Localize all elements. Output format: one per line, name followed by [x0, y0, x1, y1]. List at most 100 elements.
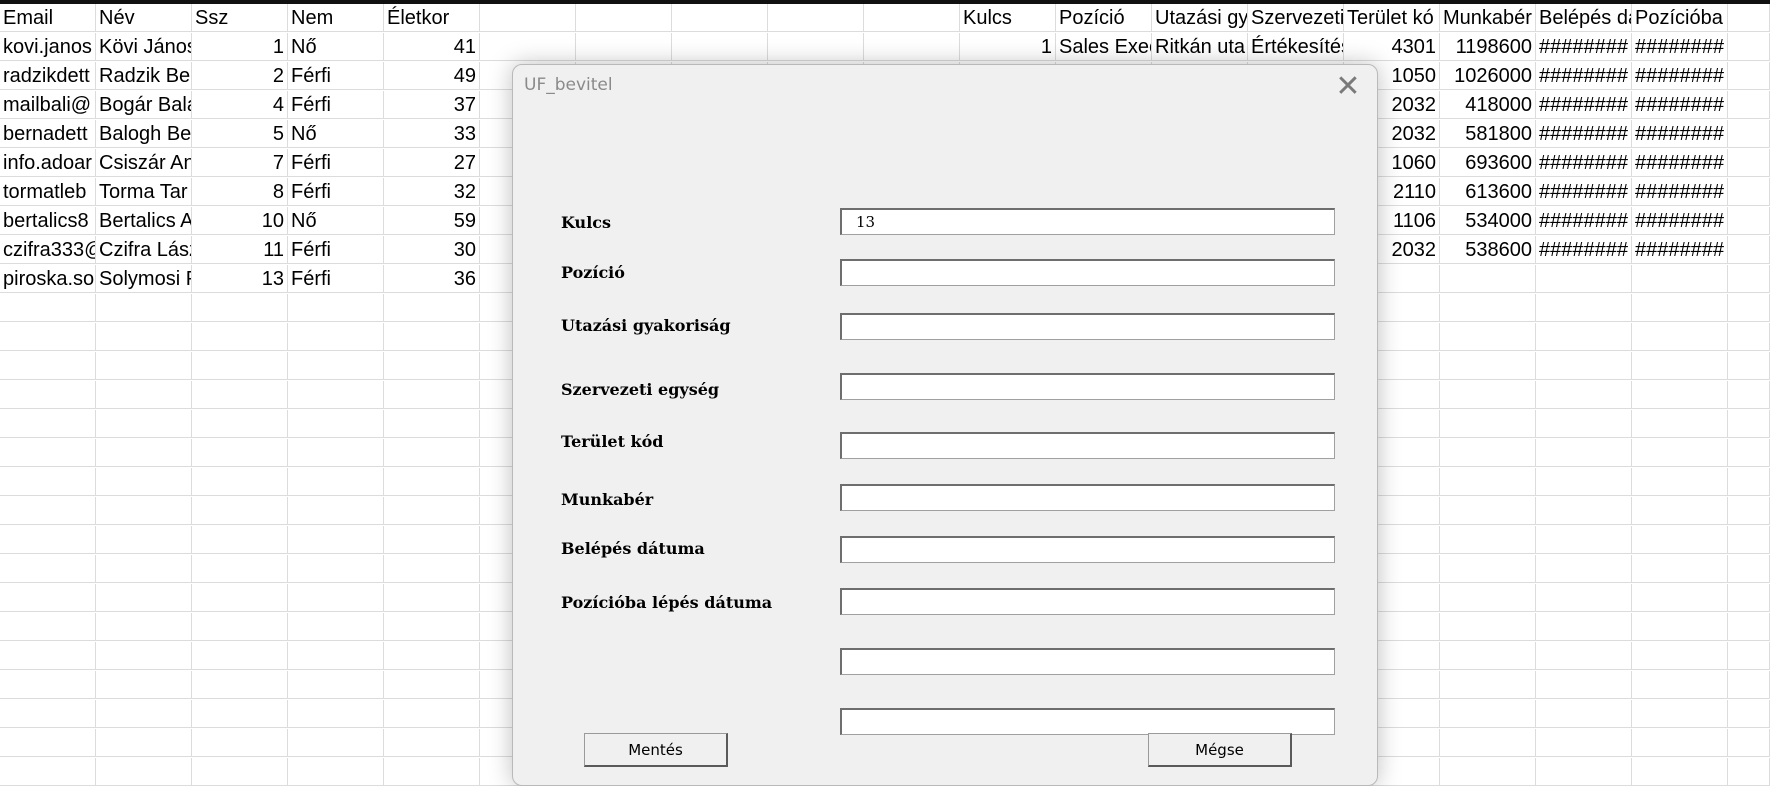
pozicio-input[interactable] — [840, 259, 1335, 286]
empty-cell[interactable] — [1536, 642, 1632, 670]
empty-cell[interactable] — [1536, 613, 1632, 641]
table-cell[interactable]: Sales Exec — [1056, 33, 1152, 61]
empty-cell[interactable] — [384, 323, 480, 351]
empty-cell[interactable] — [1536, 352, 1632, 380]
table-cell[interactable]: mailbali@ — [0, 91, 96, 119]
empty-cell[interactable] — [768, 4, 864, 32]
column-header[interactable]: Munkabér — [1440, 4, 1536, 32]
empty-cell[interactable] — [1728, 613, 1770, 641]
pozicioba-lepes-datuma-input[interactable] — [840, 588, 1335, 615]
empty-cell[interactable] — [1440, 352, 1536, 380]
table-cell[interactable]: 11 — [192, 236, 288, 264]
empty-cell[interactable] — [288, 468, 384, 496]
empty-cell[interactable] — [1728, 439, 1770, 467]
empty-cell[interactable] — [288, 294, 384, 322]
terulet-kod-input[interactable] — [840, 432, 1335, 459]
empty-cell[interactable] — [288, 352, 384, 380]
table-cell[interactable]: Torma Tar — [96, 178, 192, 206]
empty-cell[interactable] — [192, 584, 288, 612]
empty-cell[interactable] — [192, 497, 288, 525]
table-cell[interactable]: 33 — [384, 120, 480, 148]
table-cell[interactable]: Férfi — [288, 236, 384, 264]
empty-cell[interactable] — [1632, 700, 1728, 728]
table-cell[interactable]: 30 — [384, 236, 480, 264]
empty-cell[interactable] — [0, 555, 96, 583]
empty-cell[interactable] — [192, 613, 288, 641]
empty-cell[interactable] — [288, 497, 384, 525]
empty-cell[interactable] — [1536, 323, 1632, 351]
table-cell[interactable]: Radzik Ber — [96, 62, 192, 90]
empty-cell[interactable] — [1632, 758, 1728, 786]
empty-cell[interactable] — [384, 468, 480, 496]
empty-cell[interactable] — [1440, 584, 1536, 612]
table-cell[interactable]: ######## — [1536, 33, 1632, 61]
empty-cell[interactable] — [288, 700, 384, 728]
table-cell[interactable]: ######## — [1632, 33, 1728, 61]
munkaber-input[interactable] — [840, 484, 1335, 511]
empty-cell[interactable] — [288, 642, 384, 670]
empty-cell[interactable] — [1728, 120, 1770, 148]
column-header[interactable]: Email — [0, 4, 96, 32]
empty-cell[interactable] — [288, 584, 384, 612]
empty-cell[interactable] — [1440, 642, 1536, 670]
empty-cell[interactable] — [1632, 584, 1728, 612]
empty-cell[interactable] — [1440, 526, 1536, 554]
empty-cell[interactable] — [1632, 294, 1728, 322]
table-cell[interactable]: Férfi — [288, 149, 384, 177]
column-header[interactable]: Kulcs — [960, 4, 1056, 32]
empty-cell[interactable] — [1440, 294, 1536, 322]
empty-cell[interactable] — [288, 671, 384, 699]
table-cell[interactable]: Értékesítés — [1248, 33, 1344, 61]
empty-cell[interactable] — [1728, 526, 1770, 554]
kulcs-input[interactable]: 13 — [840, 208, 1335, 235]
empty-cell[interactable] — [1632, 526, 1728, 554]
empty-cell[interactable] — [192, 642, 288, 670]
empty-cell[interactable] — [192, 758, 288, 786]
table-cell[interactable]: Ritkán uta — [1152, 33, 1248, 61]
table-cell[interactable]: 1026000 — [1440, 62, 1536, 90]
column-header[interactable]: Pozíció — [1056, 4, 1152, 32]
empty-cell[interactable] — [1728, 294, 1770, 322]
table-cell[interactable]: ######## — [1536, 236, 1632, 264]
table-cell[interactable]: 37 — [384, 91, 480, 119]
column-header[interactable]: Szervezeti — [1248, 4, 1344, 32]
empty-cell[interactable] — [1728, 149, 1770, 177]
empty-cell[interactable] — [1632, 439, 1728, 467]
empty-cell[interactable] — [1440, 700, 1536, 728]
empty-cell[interactable] — [288, 439, 384, 467]
empty-cell[interactable] — [1536, 294, 1632, 322]
empty-cell[interactable] — [1536, 700, 1632, 728]
empty-cell[interactable] — [1728, 468, 1770, 496]
empty-cell[interactable] — [1728, 555, 1770, 583]
table-cell[interactable]: 2 — [192, 62, 288, 90]
column-header[interactable]: Ssz — [192, 4, 288, 32]
empty-cell[interactable] — [96, 381, 192, 409]
empty-cell[interactable] — [576, 4, 672, 32]
empty-cell[interactable] — [0, 410, 96, 438]
empty-cell[interactable] — [96, 613, 192, 641]
table-cell[interactable]: ######## — [1536, 62, 1632, 90]
empty-cell[interactable] — [1536, 410, 1632, 438]
empty-cell[interactable] — [1632, 265, 1728, 293]
table-cell[interactable]: info.adoar — [0, 149, 96, 177]
empty-cell[interactable] — [192, 439, 288, 467]
table-cell[interactable]: 32 — [384, 178, 480, 206]
empty-cell[interactable] — [1536, 468, 1632, 496]
empty-cell[interactable] — [96, 642, 192, 670]
szervezeti-egyseg-input[interactable] — [840, 373, 1335, 400]
empty-cell[interactable] — [1440, 497, 1536, 525]
empty-cell[interactable] — [96, 497, 192, 525]
empty-cell[interactable] — [1536, 526, 1632, 554]
empty-cell[interactable] — [384, 758, 480, 786]
empty-cell[interactable] — [288, 410, 384, 438]
table-cell[interactable]: bernadett — [0, 120, 96, 148]
empty-cell[interactable] — [1728, 207, 1770, 235]
empty-cell[interactable] — [1536, 381, 1632, 409]
table-cell[interactable]: Csiszár An — [96, 149, 192, 177]
empty-cell[interactable] — [1728, 700, 1770, 728]
empty-cell[interactable] — [1440, 729, 1536, 757]
empty-cell[interactable] — [768, 33, 864, 61]
empty-cell[interactable] — [384, 526, 480, 554]
table-cell[interactable]: Férfi — [288, 62, 384, 90]
empty-cell[interactable] — [1728, 33, 1770, 61]
